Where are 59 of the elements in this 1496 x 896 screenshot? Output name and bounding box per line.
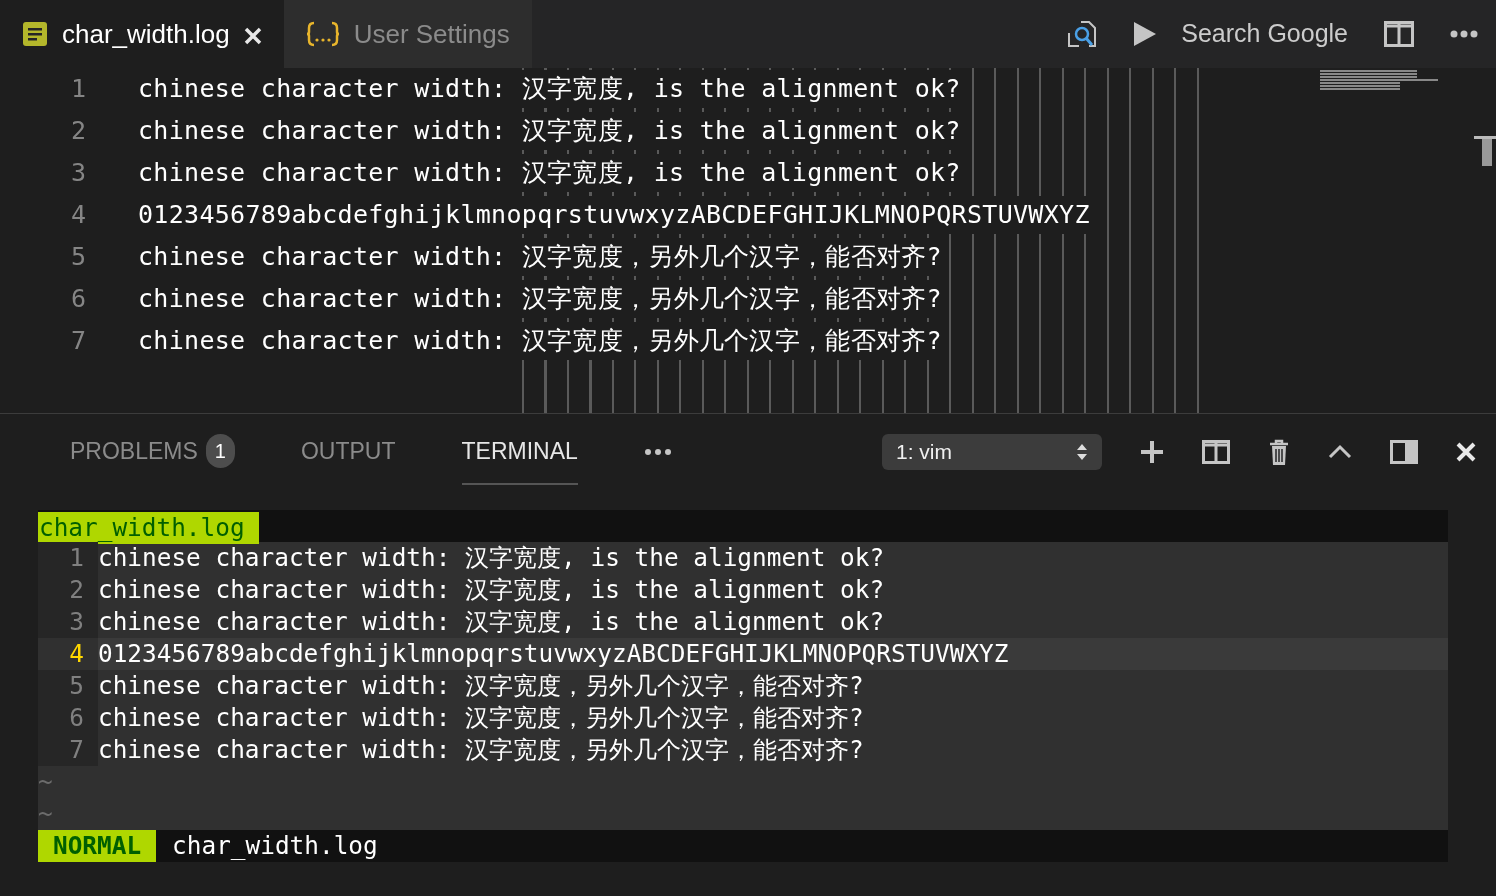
line-number: 4 bbox=[38, 638, 98, 670]
code-line: chinese character width: 汉字宽度，另外几个汉字，能否对齐? bbox=[98, 733, 864, 766]
trash-icon bbox=[1268, 438, 1290, 466]
plus-icon bbox=[1140, 440, 1164, 464]
run-button[interactable] bbox=[1133, 21, 1158, 47]
split-editor-button[interactable] bbox=[1384, 21, 1414, 47]
play-icon bbox=[1133, 21, 1158, 47]
updown-icon bbox=[1076, 442, 1088, 462]
line-number: 6 bbox=[69, 283, 86, 316]
panel-layout-icon bbox=[1390, 440, 1418, 464]
line-number: 7 bbox=[69, 325, 86, 358]
mode-indicator: NORMAL bbox=[38, 830, 157, 862]
chevron-up-icon bbox=[1328, 444, 1352, 460]
scrollbar-thumb[interactable] bbox=[1474, 136, 1496, 166]
editor-tab[interactable]: char_width.log bbox=[0, 0, 284, 68]
search-icon bbox=[1067, 19, 1098, 49]
line-number: 2 bbox=[38, 574, 98, 606]
split-terminal-button[interactable] bbox=[1202, 440, 1230, 464]
more-icon bbox=[1450, 30, 1478, 38]
line-number: 3 bbox=[69, 157, 86, 190]
empty-line-marker: ~ bbox=[38, 799, 53, 828]
toggle-panel-button[interactable] bbox=[1390, 440, 1418, 464]
split-icon bbox=[1202, 440, 1230, 464]
editor-tab[interactable]: User Settings bbox=[283, 0, 532, 68]
more-button[interactable] bbox=[1450, 30, 1478, 38]
close-icon bbox=[1456, 442, 1476, 462]
terminal-select[interactable]: 1: vim bbox=[882, 434, 1102, 470]
panel-tab[interactable]: PROBLEMS 1 bbox=[70, 419, 235, 485]
line-number: 5 bbox=[38, 670, 98, 702]
line-number: 2 bbox=[69, 115, 86, 148]
code-line: chinese character width: 汉字宽度，另外几个汉字，能否对齐? bbox=[98, 669, 864, 702]
line-number: 6 bbox=[38, 702, 98, 734]
line-number: 3 bbox=[38, 606, 98, 638]
code-line: chinese character width: 汉字宽度，另外几个汉字，能否对齐? bbox=[98, 701, 864, 734]
panel-tab[interactable]: TERMINAL bbox=[461, 419, 578, 485]
empty-line-marker: ~ bbox=[38, 767, 53, 796]
maximize-panel-button[interactable] bbox=[1328, 444, 1352, 460]
close-icon bbox=[243, 26, 262, 45]
code-line: chinese character width: 汉字宽度, is the alignment ok? bbox=[98, 605, 885, 638]
more-icon bbox=[643, 448, 672, 456]
braces-icon bbox=[305, 21, 340, 47]
find-file-button[interactable] bbox=[1067, 19, 1098, 49]
code-line: 0123456789abcdefghijklmnopqrstuvwxyzABCDEFGHIJKLMNOPQRSTUVWXYZ bbox=[98, 637, 1009, 670]
file-name: char_width.log bbox=[171, 829, 378, 862]
line-number: 1 bbox=[38, 542, 98, 574]
new-terminal-button[interactable] bbox=[1140, 440, 1164, 464]
code-line: chinese character width: 汉字宽度, is the alignment ok? bbox=[98, 542, 885, 574]
line-number: 1 bbox=[69, 73, 86, 106]
line-number: 7 bbox=[38, 734, 98, 766]
code-line: chinese character width: 汉字宽度, is the alignment ok? bbox=[98, 573, 885, 606]
kill-terminal-button[interactable] bbox=[1268, 438, 1290, 466]
file-icon bbox=[22, 21, 48, 47]
split-icon bbox=[1384, 21, 1414, 47]
line-number: 5 bbox=[69, 241, 86, 274]
panel-tab[interactable]: OUTPUT bbox=[300, 419, 396, 485]
search-google-button[interactable]: Search Google bbox=[1181, 15, 1348, 53]
count-badge: 1 bbox=[205, 434, 235, 468]
close-panel-button[interactable] bbox=[1456, 442, 1476, 462]
line-number: 4 bbox=[69, 199, 86, 232]
